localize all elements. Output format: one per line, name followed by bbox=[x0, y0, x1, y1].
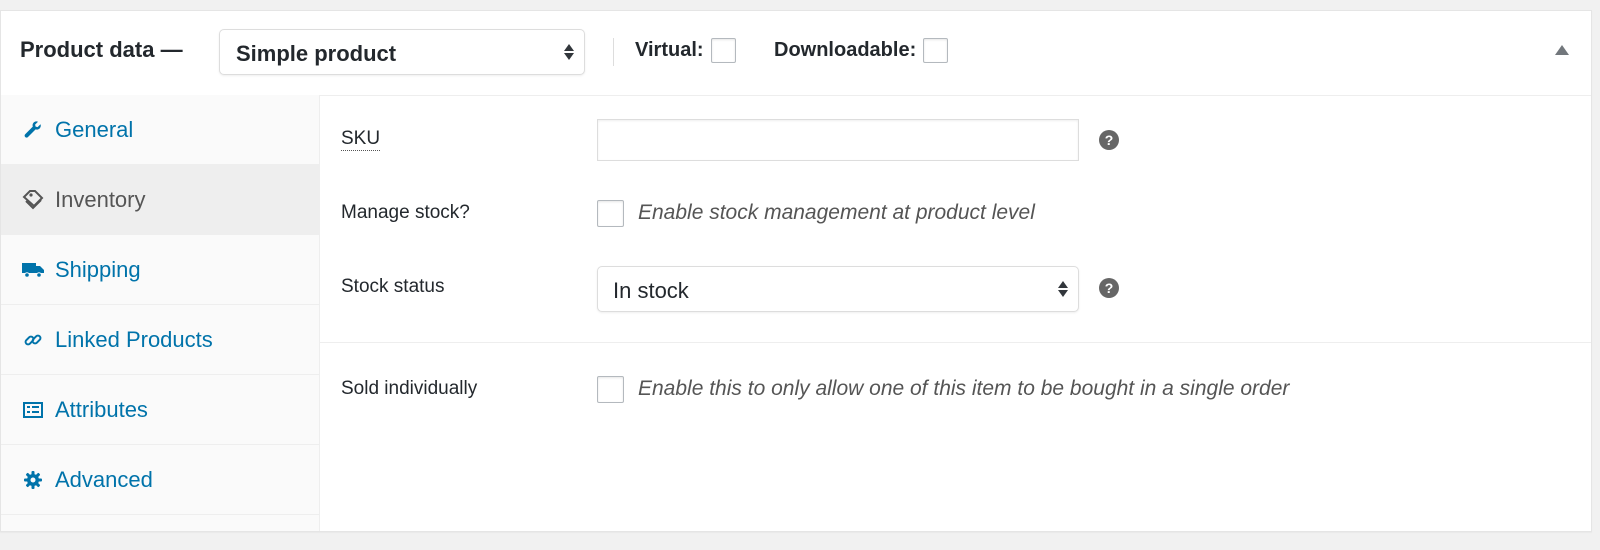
panel-title: Product data — bbox=[20, 37, 183, 62]
tag-icon bbox=[21, 188, 45, 212]
wrench-icon bbox=[21, 118, 45, 142]
list-icon bbox=[21, 398, 45, 422]
product-type-select[interactable]: Simple product bbox=[219, 29, 585, 75]
manage-stock-description: Enable stock management at product level bbox=[638, 201, 1035, 224]
stock-status-select[interactable]: In stock bbox=[597, 266, 1079, 312]
tab-label: Linked Products bbox=[55, 326, 213, 352]
tab-label: Inventory bbox=[55, 186, 146, 212]
manage-stock-row: Manage stock? Enable stock management at… bbox=[320, 195, 1591, 235]
tab-label: Shipping bbox=[55, 256, 141, 282]
sold-individually-description: Enable this to only allow one of this it… bbox=[638, 377, 1290, 400]
virtual-label: Virtual: bbox=[635, 39, 704, 61]
downloadable-option: Downloadable: bbox=[774, 38, 949, 63]
inventory-panel: SKU ? Manage stock? Enable stock managem… bbox=[320, 95, 1591, 531]
tab-linked-products[interactable]: Linked Products bbox=[1, 305, 319, 375]
tab-general[interactable]: General bbox=[1, 95, 319, 165]
tab-inventory[interactable]: Inventory bbox=[1, 165, 319, 235]
sold-individually-row: Sold individually Enable this to only al… bbox=[320, 371, 1591, 411]
panel-header: Product data — Simple product Virtual: D… bbox=[1, 11, 1591, 96]
manage-stock-checkbox[interactable] bbox=[597, 200, 624, 227]
stock-status-label: Stock status bbox=[341, 276, 445, 297]
truck-icon bbox=[21, 258, 45, 282]
stock-status-row: Stock status In stock ? bbox=[320, 265, 1591, 315]
gear-icon bbox=[21, 468, 45, 492]
downloadable-label: Downloadable: bbox=[774, 39, 917, 61]
select-arrows-icon bbox=[564, 44, 574, 60]
sku-label: SKU bbox=[341, 128, 381, 151]
tab-label: General bbox=[55, 116, 134, 142]
header-separator bbox=[613, 38, 614, 66]
help-icon[interactable]: ? bbox=[1099, 278, 1119, 298]
product-data-tabs: General Inventory Shipping Linked Produc… bbox=[1, 95, 320, 531]
virtual-checkbox[interactable] bbox=[710, 38, 736, 63]
tab-advanced[interactable]: Advanced bbox=[1, 445, 319, 515]
section-divider bbox=[320, 342, 1591, 343]
manage-stock-label: Manage stock? bbox=[341, 202, 470, 223]
tab-label: Attributes bbox=[55, 396, 148, 422]
sold-individually-checkbox[interactable] bbox=[597, 376, 624, 403]
collapse-toggle-icon[interactable] bbox=[1555, 45, 1569, 55]
downloadable-checkbox[interactable] bbox=[923, 38, 949, 63]
tab-shipping[interactable]: Shipping bbox=[1, 235, 319, 305]
tab-attributes[interactable]: Attributes bbox=[1, 375, 319, 445]
link-icon bbox=[21, 328, 45, 352]
stock-status-value: In stock bbox=[613, 278, 689, 303]
product-type-value: Simple product bbox=[236, 41, 397, 66]
sku-input[interactable] bbox=[597, 119, 1079, 161]
select-arrows-icon bbox=[1058, 281, 1068, 297]
virtual-option: Virtual: bbox=[635, 38, 736, 63]
sku-row: SKU ? bbox=[320, 117, 1591, 163]
tab-label: Advanced bbox=[55, 466, 153, 492]
product-data-panel: Product data — Simple product Virtual: D… bbox=[0, 10, 1592, 532]
sold-individually-label: Sold individually bbox=[341, 378, 478, 399]
help-icon[interactable]: ? bbox=[1099, 130, 1119, 150]
